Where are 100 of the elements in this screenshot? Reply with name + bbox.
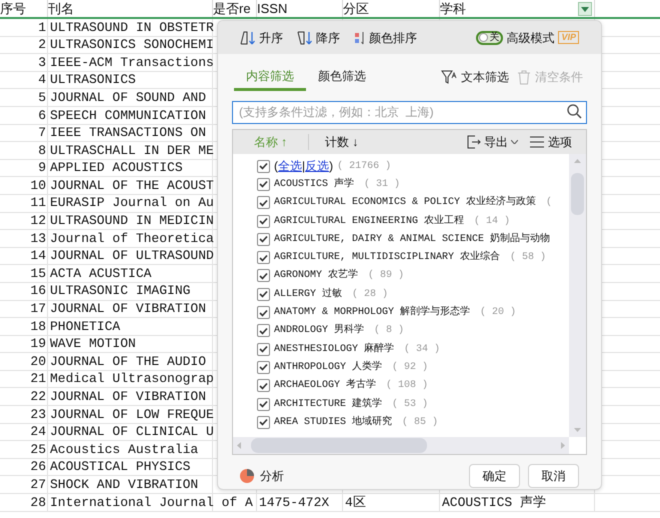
row-number: 12: [30, 212, 46, 230]
tab[interactable]: 颜色筛选: [306, 63, 378, 91]
column-header: 分区: [343, 0, 369, 18]
item-count: ( 108 ): [386, 378, 428, 394]
row-number: 13: [30, 230, 46, 248]
row-number: 26: [30, 458, 46, 476]
sort-button[interactable]: 降序: [297, 28, 340, 46]
filter-value-label[interactable]: ANDROLOGY 男科学: [274, 323, 364, 338]
horizontal-scrollbar[interactable]: [233, 437, 569, 454]
item-count: (: [546, 196, 552, 210]
toggle-switch[interactable]: 关: [476, 30, 504, 44]
checkbox[interactable]: [257, 324, 270, 338]
checkbox[interactable]: [257, 214, 270, 228]
scroll-left-icon: [237, 442, 241, 449]
caret-icon: [511, 140, 518, 144]
checkbox[interactable]: [257, 416, 270, 429]
item-count: ( 8 ): [374, 324, 404, 338]
checkbox[interactable]: [257, 288, 270, 301]
scroll-thumb[interactable]: [251, 438, 427, 453]
export-icon: [467, 135, 481, 149]
search-field[interactable]: (支持多条件过滤，例如：北京 上海): [232, 100, 587, 124]
sort-button[interactable]: 颜色排序: [354, 28, 417, 46]
checkbox[interactable]: [257, 251, 270, 264]
row-number: 24: [30, 423, 46, 442]
count-sort-header[interactable]: 计数 ↓: [325, 133, 358, 151]
column-header: 序号: [0, 0, 26, 18]
export-button[interactable]: 导出: [467, 133, 518, 151]
filter-value-label[interactable]: ANTHROPOLOGY 人类学: [274, 360, 382, 375]
row-number: 17: [30, 300, 46, 318]
checkbox[interactable]: [257, 306, 270, 320]
filter-value-label[interactable]: AGRONOMY 农艺学: [274, 268, 358, 284]
paren: ): [329, 158, 334, 176]
dialog-button[interactable]: 取消: [528, 464, 579, 488]
item-count: ( 58 ): [510, 250, 546, 266]
row-number: 7: [38, 124, 46, 142]
row-number: 14: [30, 247, 46, 266]
table-cell-text: JOURNAL OF LOW FREQUE: [50, 406, 214, 424]
table-cell-text: International Journal of A: [50, 494, 253, 512]
column-header: 刊名: [48, 0, 74, 18]
table-cell-text: SHOCK AND VIBRATION: [50, 476, 198, 494]
checkbox[interactable]: [257, 196, 270, 210]
row-number: 4: [38, 71, 46, 90]
table-cell-text: Acoustics Australia: [50, 440, 198, 459]
filter-value-label[interactable]: AGRICULTURAL ECONOMICS & POLICY 农业经济与政策: [274, 195, 536, 210]
filter-value-label[interactable]: ALLERGY 过敏: [274, 286, 342, 302]
vertical-scrollbar[interactable]: [569, 154, 586, 437]
row-number: 28: [30, 494, 46, 512]
filter-value-label[interactable]: ACOUSTICS 声学: [274, 176, 354, 192]
checkbox[interactable]: [257, 178, 270, 191]
sort-button[interactable]: 升序: [240, 28, 283, 46]
pie-chart-icon: [240, 469, 254, 483]
checkbox[interactable]: [257, 398, 270, 410]
filter-value-label[interactable]: ARCHAEOLOGY 考古学: [274, 378, 376, 394]
column-header: 学科: [440, 0, 466, 18]
search-icon: [567, 104, 582, 119]
dialog-button[interactable]: 确定: [469, 464, 520, 488]
vip-badge: VIP: [558, 31, 579, 44]
sort-descending-icon: [297, 30, 313, 44]
filter-value-label[interactable]: AREA STUDIES 地域研究: [274, 414, 392, 430]
table-cell-text: ULTRASONIC IMAGING: [50, 282, 190, 300]
table-cell-text: APPLIED ACOUSTICS: [50, 159, 183, 178]
row-number: 23: [30, 406, 46, 424]
item-count: ( 89 ): [368, 268, 404, 284]
checkbox[interactable]: [257, 160, 270, 173]
row-number: 21: [30, 370, 46, 388]
checkbox[interactable]: [257, 379, 270, 392]
filter-value-label[interactable]: ARCHITECTURE 建筑学: [274, 396, 382, 412]
row-number: 3: [38, 54, 46, 72]
analyze-button[interactable]: 分析: [240, 467, 284, 485]
item-count: ( 31 ): [364, 178, 400, 192]
filter-value-label[interactable]: AGRICULTURE, DAIRY & ANIMAL SCIENCE 奶制品与动物: [274, 232, 550, 247]
checkbox[interactable]: [257, 269, 270, 282]
table-cell-text: JOURNAL OF CLINICAL U: [50, 423, 214, 442]
row-number: 27: [30, 476, 46, 494]
table-cell-text: JOURNAL OF VIBRATION: [50, 300, 206, 318]
tab[interactable]: 内容筛选: [234, 63, 306, 91]
checkbox[interactable]: [257, 342, 270, 356]
row-number: 1: [38, 18, 46, 37]
table-cell-text: ULTRASOUND IN MEDICIN: [50, 212, 214, 230]
table-cell-text: ULTRASOUND IN OBSTETR: [50, 18, 214, 37]
row-number: 9: [38, 159, 46, 178]
checkbox[interactable]: [257, 360, 270, 374]
row-number: 16: [30, 282, 46, 300]
row-number: 15: [30, 264, 46, 283]
trash-icon: [517, 70, 531, 84]
table-cell-text: ACOUSTICAL PHYSICS: [50, 458, 190, 476]
filter-dropdown-button[interactable]: [578, 2, 592, 16]
filter-value-label[interactable]: ANESTHESIOLOGY 麻醉学: [274, 342, 394, 357]
checkbox[interactable]: [257, 232, 270, 246]
invert-selection-link[interactable]: 反选: [305, 157, 330, 176]
scroll-right-icon: [561, 442, 565, 449]
filter-value-label[interactable]: AGRICULTURE, MULTIDISCIPLINARY 农业综合: [274, 250, 500, 266]
caret-icon: [581, 6, 589, 12]
filter-value-label[interactable]: AGRICULTURAL ENGINEERING 农业工程: [274, 214, 464, 229]
text-filter-button[interactable]: 文本筛选: [441, 68, 509, 86]
sort-ascending-icon: [240, 30, 256, 44]
select-all-link[interactable]: 全选: [278, 157, 302, 176]
column-header: ISSN: [257, 0, 288, 18]
options-button[interactable]: 选项: [530, 133, 572, 151]
filter-value-label[interactable]: ANATOMY & MORPHOLOGY 解剖学与形态学: [274, 305, 470, 320]
